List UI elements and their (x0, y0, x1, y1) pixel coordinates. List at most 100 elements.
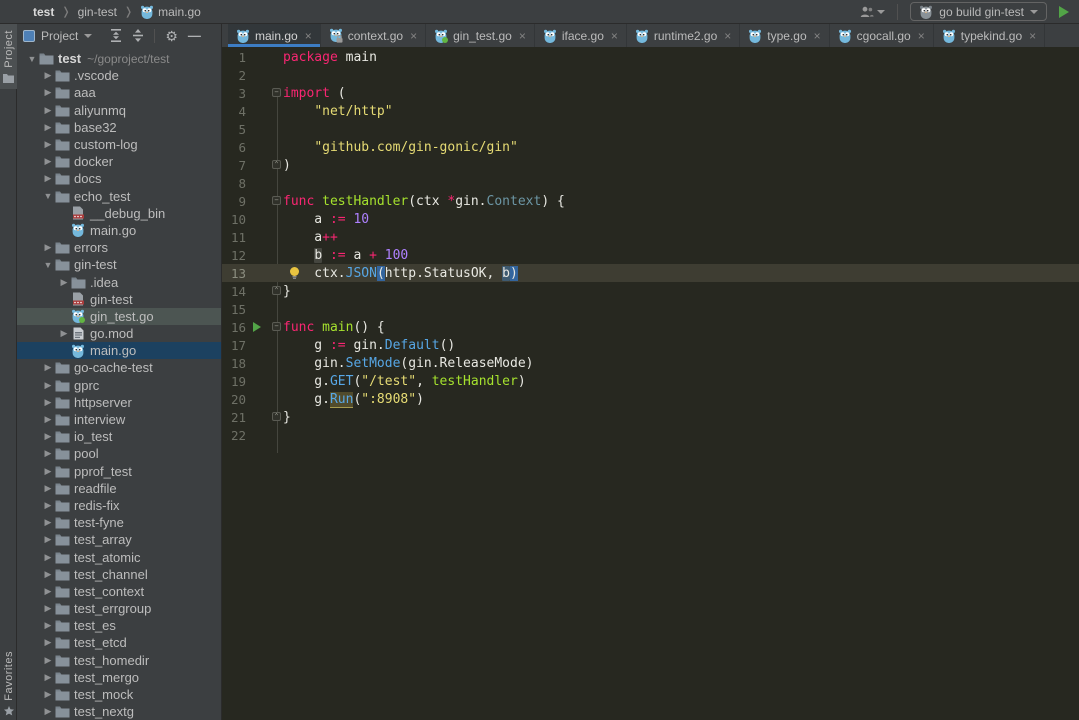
fold-start-icon[interactable]: − (272, 322, 281, 331)
editor-tab-main.go[interactable]: main.go× (228, 24, 321, 47)
tree-item-httpserver[interactable]: ▶httpserver (17, 394, 221, 411)
toolwindow-button-favorites[interactable]: Favorites (0, 651, 17, 716)
code-line-11[interactable]: 11 a++ (222, 228, 1079, 246)
tree-item-gin-test[interactable]: ▼gin-test (17, 256, 221, 273)
tree-chevron-icon[interactable]: ▶ (42, 603, 54, 614)
editor-tab-type.go[interactable]: type.go× (740, 24, 829, 47)
intention-bulb-icon[interactable] (288, 266, 301, 280)
tree-item-docker[interactable]: ▶docker (17, 153, 221, 170)
code-line-9[interactable]: 9−func testHandler(ctx *gin.Context) { (222, 192, 1079, 210)
tree-chevron-icon[interactable]: ▶ (42, 122, 54, 133)
tree-item-pprof_test[interactable]: ▶pprof_test (17, 463, 221, 480)
fold-end-icon[interactable]: ⌃ (272, 412, 281, 421)
tab-close-icon[interactable]: × (724, 29, 731, 43)
tree-chevron-icon[interactable]: ▶ (42, 689, 54, 700)
code-line-1[interactable]: 1package main (222, 48, 1079, 66)
code-line-8[interactable]: 8 (222, 174, 1079, 192)
tree-chevron-icon[interactable]: ▶ (42, 87, 54, 98)
tree-chevron-icon[interactable]: ▶ (42, 620, 54, 631)
tree-item-custom-log[interactable]: ▶custom-log (17, 136, 221, 153)
fold-end-icon[interactable]: ⌃ (272, 286, 281, 295)
code-line-2[interactable]: 2 (222, 66, 1079, 84)
tree-item-test_array[interactable]: ▶test_array (17, 531, 221, 548)
tree-item-gprc[interactable]: ▶gprc (17, 377, 221, 394)
tree-item-echo_test[interactable]: ▼echo_test (17, 188, 221, 205)
tree-item-.idea[interactable]: ▶.idea (17, 273, 221, 290)
chevron-down-icon[interactable] (84, 34, 92, 38)
tab-close-icon[interactable]: × (410, 29, 417, 43)
users-button[interactable] (860, 6, 885, 18)
tab-close-icon[interactable]: × (305, 29, 312, 43)
breadcrumb-item-file[interactable]: main.go (158, 5, 201, 19)
tree-chevron-icon[interactable]: ▶ (42, 448, 54, 459)
breadcrumb-item-root[interactable]: test (33, 5, 54, 19)
code-line-15[interactable]: 15 (222, 300, 1079, 318)
tree-chevron-icon[interactable]: ▶ (58, 277, 70, 288)
breadcrumb-item-folder[interactable]: gin-test (78, 5, 117, 19)
editor-tab-runtime2.go[interactable]: runtime2.go× (627, 24, 740, 47)
tree-item-test_context[interactable]: ▶test_context (17, 583, 221, 600)
tree-item-readfile[interactable]: ▶readfile (17, 480, 221, 497)
fold-end-icon[interactable]: ⌃ (272, 160, 281, 169)
tree-chevron-icon[interactable]: ▶ (58, 328, 70, 339)
tree-item-io_test[interactable]: ▶io_test (17, 428, 221, 445)
run-configuration-select[interactable]: go build gin-test (910, 2, 1047, 21)
code-line-5[interactable]: 5 (222, 120, 1079, 138)
tree-item-pool[interactable]: ▶pool (17, 445, 221, 462)
tree-item-base32[interactable]: ▶base32 (17, 119, 221, 136)
tree-chevron-icon[interactable]: ▶ (42, 466, 54, 477)
code-line-22[interactable]: 22 (222, 426, 1079, 444)
tree-chevron-icon[interactable]: ▼ (42, 260, 54, 270)
tree-item-aliyunmq[interactable]: ▶aliyunmq (17, 102, 221, 119)
code-line-6[interactable]: 6 "github.com/gin-gonic/gin" (222, 138, 1079, 156)
code-line-7[interactable]: 7⌃) (222, 156, 1079, 174)
tree-chevron-icon[interactable]: ▶ (42, 637, 54, 648)
tree-item-test[interactable]: ▼test~/goproject/test (17, 50, 221, 67)
editor-tab-iface.go[interactable]: iface.go× (535, 24, 627, 47)
tree-item-.vscode[interactable]: ▶.vscode (17, 67, 221, 84)
tree-item-test_etcd[interactable]: ▶test_etcd (17, 634, 221, 651)
tree-chevron-icon[interactable]: ▶ (42, 586, 54, 597)
tree-chevron-icon[interactable]: ▶ (42, 534, 54, 545)
tree-item-test_homedir[interactable]: ▶test_homedir (17, 652, 221, 669)
tree-chevron-icon[interactable]: ▶ (42, 655, 54, 666)
code-line-17[interactable]: 17 g := gin.Default() (222, 336, 1079, 354)
tree-chevron-icon[interactable]: ▶ (42, 431, 54, 442)
tree-item-test_mock[interactable]: ▶test_mock (17, 686, 221, 703)
project-scope-icon[interactable] (23, 30, 35, 42)
run-main-icon[interactable] (253, 322, 261, 332)
tree-item-test_channel[interactable]: ▶test_channel (17, 566, 221, 583)
tree-chevron-icon[interactable]: ▶ (42, 517, 54, 528)
tree-chevron-icon[interactable]: ▶ (42, 397, 54, 408)
fold-start-icon[interactable]: − (272, 88, 281, 97)
tree-item-docs[interactable]: ▶docs (17, 170, 221, 187)
editor-tab-gin_test.go[interactable]: gin_test.go× (426, 24, 535, 47)
tree-chevron-icon[interactable]: ▶ (42, 70, 54, 81)
project-view-title[interactable]: Project (41, 29, 78, 43)
tree-chevron-icon[interactable]: ▶ (42, 569, 54, 580)
tab-close-icon[interactable]: × (611, 29, 618, 43)
code-line-12[interactable]: 12 b := a + 100 (222, 246, 1079, 264)
editor-tab-context.go[interactable]: context.go× (321, 24, 426, 47)
code-line-3[interactable]: 3−import ( (222, 84, 1079, 102)
tree-item-redis-fix[interactable]: ▶redis-fix (17, 497, 221, 514)
hide-panel-icon[interactable]: — (188, 28, 201, 43)
code-line-20[interactable]: 20 g.Run(":8908") (222, 390, 1079, 408)
tree-item-__debug_bin[interactable]: __debug_bin (17, 205, 221, 222)
tree-chevron-icon[interactable]: ▶ (42, 139, 54, 150)
tree-chevron-icon[interactable]: ▶ (42, 105, 54, 116)
code-line-13[interactable]: 13 ctx.JSON(http.StatusOK, b) (222, 264, 1079, 282)
tree-chevron-icon[interactable]: ▶ (42, 380, 54, 391)
tree-item-main.go[interactable]: main.go (17, 222, 221, 239)
editor-tab-typekind.go[interactable]: typekind.go× (934, 24, 1045, 47)
tree-item-test_atomic[interactable]: ▶test_atomic (17, 548, 221, 565)
tab-close-icon[interactable]: × (814, 29, 821, 43)
code-line-14[interactable]: 14⌃} (222, 282, 1079, 300)
tree-item-interview[interactable]: ▶interview (17, 411, 221, 428)
tree-item-test_mergo[interactable]: ▶test_mergo (17, 669, 221, 686)
code-line-10[interactable]: 10 a := 10 (222, 210, 1079, 228)
tree-chevron-icon[interactable]: ▶ (42, 173, 54, 184)
code-editor[interactable]: 1package main23−import (4 "net/http"56 "… (222, 47, 1079, 720)
tree-item-errors[interactable]: ▶errors (17, 239, 221, 256)
tree-chevron-icon[interactable]: ▶ (42, 483, 54, 494)
